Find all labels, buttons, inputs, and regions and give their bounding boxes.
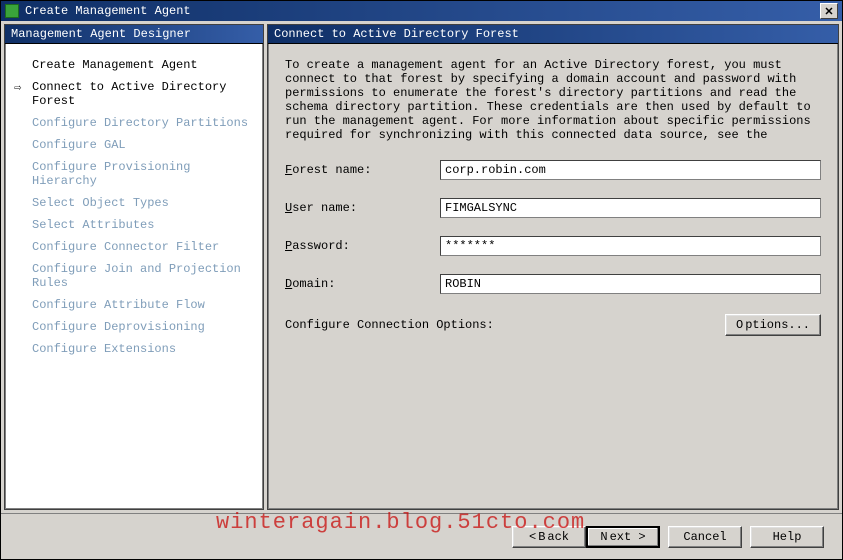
step-item[interactable]: Select Attributes [12, 214, 256, 236]
step-item[interactable]: Configure Join and Projection Rules [12, 258, 256, 294]
step-item[interactable]: Configure Extensions [12, 338, 256, 360]
forest-input[interactable] [440, 160, 821, 180]
app-icon [5, 4, 19, 18]
dialog-window: Create Management Agent ✕ Management Age… [0, 0, 843, 560]
domain-input[interactable] [440, 274, 821, 294]
step-item[interactable]: Configure GAL [12, 134, 256, 156]
forest-row: Forest name: [285, 160, 821, 180]
user-row: User name: [285, 198, 821, 218]
password-row: Password: [285, 236, 821, 256]
forest-label: Forest name: [285, 163, 440, 177]
back-button[interactable]: < Back [512, 526, 586, 548]
user-input[interactable] [440, 198, 821, 218]
right-panel-body: To create a management agent for an Acti… [268, 44, 838, 509]
connection-options-row: Configure Connection Options: Options... [285, 314, 821, 336]
step-item[interactable]: Select Object Types [12, 192, 256, 214]
user-label: User name: [285, 201, 440, 215]
left-panel-body: Create Management Agent ⇨Connect to Acti… [5, 44, 263, 509]
step-item[interactable]: Create Management Agent [12, 54, 256, 76]
step-item[interactable]: Configure Connector Filter [12, 236, 256, 258]
description-text: To create a management agent for an Acti… [285, 58, 821, 142]
step-list: Create Management Agent ⇨Connect to Acti… [12, 54, 256, 360]
step-item-current[interactable]: ⇨Connect to Active Directory Forest [12, 76, 256, 112]
right-panel-header: Connect to Active Directory Forest [268, 25, 838, 44]
content-area: Management Agent Designer Create Managem… [1, 21, 842, 513]
cancel-button[interactable]: Cancel [668, 526, 742, 548]
password-input[interactable] [440, 236, 821, 256]
step-item[interactable]: Configure Attribute Flow [12, 294, 256, 316]
help-button[interactable]: Help [750, 526, 824, 548]
step-item[interactable]: Configure Directory Partitions [12, 112, 256, 134]
left-panel: Management Agent Designer Create Managem… [4, 24, 264, 510]
domain-row: Domain: [285, 274, 821, 294]
next-button[interactable]: Next > [586, 526, 660, 548]
footer: < Back Next > Cancel Help [1, 513, 842, 559]
step-item[interactable]: Configure Provisioning Hierarchy [12, 156, 256, 192]
nav-button-pair: < Back Next > [512, 526, 660, 548]
connection-options-label: Configure Connection Options: [285, 318, 494, 332]
close-button[interactable]: ✕ [820, 3, 838, 19]
titlebar: Create Management Agent ✕ [1, 1, 842, 21]
left-panel-header: Management Agent Designer [5, 25, 263, 44]
arrow-icon: ⇨ [14, 80, 21, 95]
right-panel: Connect to Active Directory Forest To cr… [267, 24, 839, 510]
password-label: Password: [285, 239, 440, 253]
options-button[interactable]: Options... [725, 314, 821, 336]
domain-label: Domain: [285, 277, 440, 291]
step-item[interactable]: Configure Deprovisioning [12, 316, 256, 338]
window-title: Create Management Agent [25, 4, 820, 18]
